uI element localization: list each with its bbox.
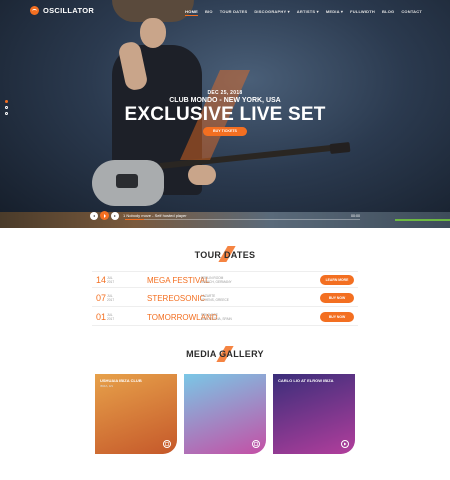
learn-more-button[interactable]: LEARN MORE [320,275,354,285]
image-glyph-icon [165,442,169,446]
hero-date: DEC 25, 2018 [207,90,243,96]
nav-item-artists[interactable]: ARTISTS ▾ [297,9,319,16]
play-glyph-icon [344,442,347,446]
tour-year-text: 2017 [107,280,115,284]
main-menu: HOME BIO TOUR DATES DISCOGRAPHY ▾ ARTIST… [185,9,422,16]
nav-item-media[interactable]: MEDIA ▾ [326,9,343,16]
nav-item-blog[interactable]: BLOG [382,9,394,16]
player-progress-fill [125,219,144,220]
tour-month: JUL 2017 [107,294,114,302]
tour-city-text: MUNICH, GERMANY [201,280,232,284]
gallery-icon[interactable] [252,440,260,448]
play-icon [103,213,106,218]
gallery-card[interactable] [184,374,266,454]
gallery-card-subtitle: IBIZA, ES [100,384,114,388]
tour-month: JUL 2017 [107,313,114,321]
tour-year-text: 2017 [107,317,115,321]
media-gallery-title: MEDIA GALLERY [186,349,264,359]
guitar-body [92,160,164,206]
tour-dates-title: TOUR DATES [194,250,256,260]
tour-row: 07 JUL 2017 STEREOSONIC LAZARTE ATHENS, GR… [92,290,358,307]
nav-item-discography[interactable]: DISCOGRAPHY ▾ [254,9,289,16]
tour-row: 01 JUL 2017 TOMORROWLAND PRIVILEGE BARCELO… [92,309,358,326]
image-glyph-icon [254,442,258,446]
next-icon [114,214,116,217]
nav-item-home[interactable]: HOME [185,9,198,16]
tour-day: 07 [96,293,107,303]
logo-icon [30,6,39,15]
gallery-card[interactable]: CARLO LIO AT ELROW IBIZA [273,374,355,454]
player-progress-bar[interactable] [125,219,360,220]
nav-item-fullwidth[interactable]: FULLWIDTH [350,9,375,16]
tour-location: BERLIN ROOM MUNICH, GERMANY [201,276,232,284]
hero-headline: EXCLUSIVE LIVE SET [124,104,326,125]
nav-item-contact[interactable]: CONTACT [401,9,422,16]
gallery-card-title: USHUAIA IBIZA CLUB [100,378,142,383]
tour-month: JUL 2017 [107,276,114,284]
tour-location: LAZARTE ATHENS, GREECE [201,294,229,302]
gallery-icon[interactable] [163,440,171,448]
tour-day: 14 [96,275,107,285]
tour-day: 01 [96,312,107,322]
buy-now-button[interactable]: BUY NOW [320,312,354,322]
logo-text: OSCILLATOR [43,6,95,15]
next-button[interactable] [111,211,119,220]
gallery-card-title: CARLO LIO AT ELROW IBIZA [278,378,334,383]
play-button[interactable] [100,211,109,220]
tour-row: 14 JUL 2017 MEGA FESTIVAL BERLIN ROOM MUNI… [92,271,358,288]
hero-section: OSCILLATOR HOME BIO TOUR DATES DISCOGRAP… [0,0,450,228]
buy-tickets-button[interactable]: BUY TICKETS [203,127,247,136]
previous-icon [93,214,95,217]
site-logo[interactable]: OSCILLATOR [30,6,94,15]
nav-item-tour-dates[interactable]: TOUR DATES [220,9,248,16]
track-title: 1 Nobody move - Self hosted player [123,213,187,218]
nav-item-bio[interactable]: BIO [205,9,213,16]
play-icon[interactable] [341,440,349,448]
gallery-card[interactable]: USHUAIA IBIZA CLUB IBIZA, ES [95,374,177,454]
track-time: 00:00 [351,213,360,218]
volume-bar[interactable] [395,219,450,221]
top-nav: OSCILLATOR HOME BIO TOUR DATES DISCOGRAP… [0,0,450,24]
performer-hand [188,165,216,185]
previous-button[interactable] [90,211,98,220]
tour-city-text: BARCELONA, SPAIN [201,317,232,321]
hero-venue: CLUB MONDO - NEW YORK, USA [169,97,281,104]
guitar-headstock [329,141,351,155]
tour-event-name[interactable]: STEREOSONIC [147,294,205,303]
tour-year-text: 2017 [107,298,115,302]
tour-city-text: ATHENS, GREECE [201,298,229,302]
tour-location: PRIVILEGE BARCELONA, SPAIN [201,313,232,321]
buy-now-button[interactable]: BUY NOW [320,293,354,303]
